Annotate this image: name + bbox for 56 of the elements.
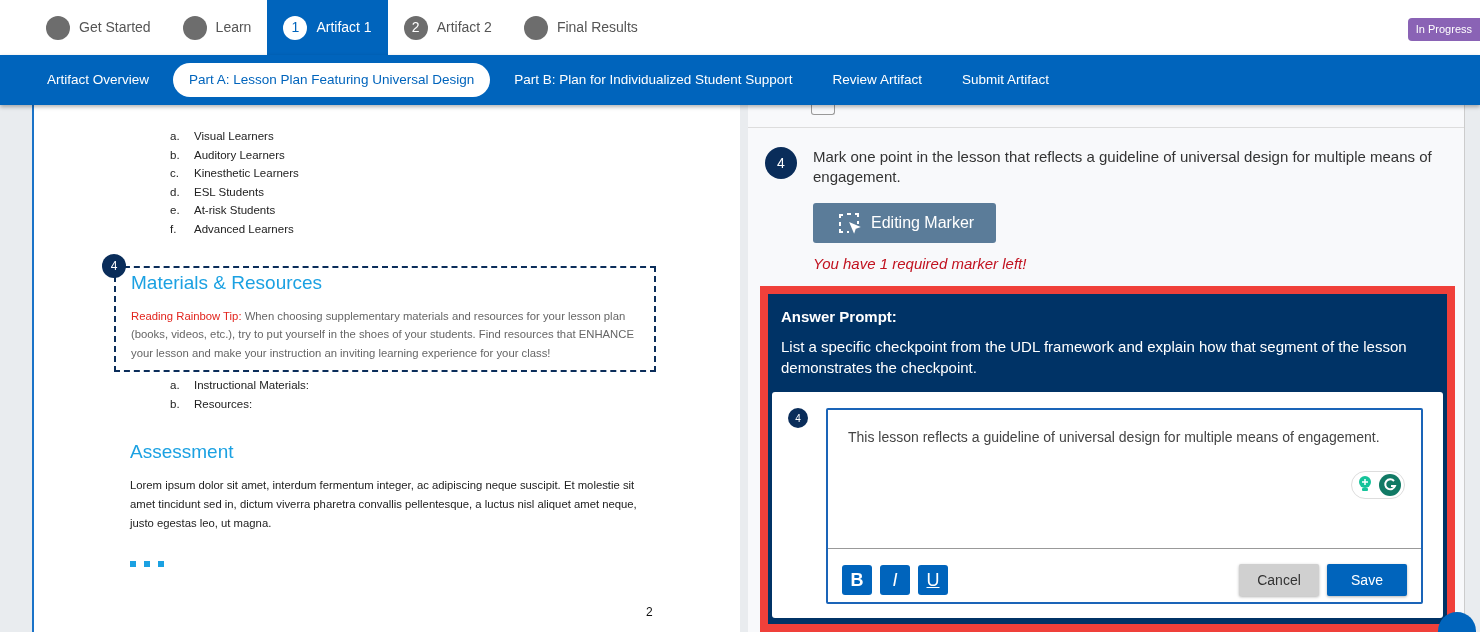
page-number: 2 bbox=[646, 604, 653, 621]
cancel-button[interactable]: Cancel bbox=[1239, 564, 1319, 596]
list-marker: b. bbox=[170, 147, 181, 163]
question-text: Mark one point in the lesson that reflects a guideline of universal design for multiple means of engagement. bbox=[813, 147, 1433, 187]
step-dot-icon bbox=[46, 15, 70, 40]
subnav-tab[interactable]: Review Artifact bbox=[816, 62, 938, 98]
list-marker: c. bbox=[170, 166, 180, 181]
step-tab[interactable]: 2 Artifact 2 bbox=[387, 0, 508, 55]
step-tab[interactable]: Learn bbox=[166, 0, 268, 55]
prompt-title: Answer Prompt: bbox=[781, 306, 898, 327]
list-item: Resources: bbox=[194, 396, 253, 412]
tip-text: Reading Rainbow Tip: When choosing supplementary materials and resources for your lesson plan (books, videos, etc.), try to put yourself in the shoes of your students. Find resources that ENHANCE your lesson and make your instruction an inviting learning experience for your class! bbox=[131, 308, 635, 361]
list-item: Instructional Materials: bbox=[194, 378, 310, 394]
marker-badge: 4 bbox=[788, 408, 808, 428]
assistant-widget[interactable] bbox=[1351, 471, 1405, 499]
list-item: Visual Learners bbox=[194, 129, 274, 144]
refresh-circle-icon[interactable] bbox=[1379, 474, 1401, 496]
selection-cursor-icon bbox=[837, 211, 861, 235]
list-marker: a. bbox=[170, 129, 181, 144]
prompt-text: List a specific checkpoint from the UDL framework and explain how that segment of the lesson demonstrates the checkpoint. bbox=[781, 337, 1408, 378]
list-item: Advanced Learners bbox=[194, 221, 294, 237]
step-tab[interactable]: Get Started bbox=[30, 0, 167, 55]
paragraph-text: Lorem ipsum dolor sit amet, interdum fermentum integer, ac adipiscing neque suscipit. Et molestie sit amet tincidunt sed in, dictum viverra pharetra convallis pellentesque, a luctus nisl aliquet amet neque, justo egestas leo, ut magna. bbox=[130, 478, 638, 532]
bold-button[interactable]: B bbox=[842, 565, 872, 595]
step-tab[interactable]: Final Results bbox=[507, 0, 654, 55]
step-number: 1 bbox=[283, 15, 308, 40]
subnav-tab[interactable]: Artifact Overview bbox=[31, 62, 166, 98]
checkbox-icon bbox=[811, 105, 835, 115]
editor-field[interactable]: This lesson reflects a guideline of universal design for multiple means of engagement. B I U Cancel Save bbox=[826, 408, 1423, 604]
list-marker: d. bbox=[170, 184, 181, 200]
status-badge: In Progress bbox=[1407, 18, 1480, 41]
list-marker: e. bbox=[170, 203, 181, 218]
ellipsis-icon bbox=[130, 561, 164, 568]
italic-button[interactable]: I bbox=[880, 565, 910, 595]
section-heading: Materials & Resources bbox=[131, 272, 324, 295]
underline-button[interactable]: U bbox=[918, 565, 948, 595]
step-dot-icon bbox=[182, 15, 207, 40]
list-item: Auditory Learners bbox=[194, 147, 285, 163]
list-marker: b. bbox=[170, 396, 181, 412]
subnav-tab[interactable]: Part B: Plan for Individualized Student Support bbox=[498, 62, 809, 98]
marker-badge: 4 bbox=[102, 254, 126, 278]
subnav-tab[interactable]: Part A: Lesson Plan Featuring Universal Design bbox=[173, 62, 491, 98]
save-button[interactable]: Save bbox=[1327, 564, 1407, 596]
list-item: At-risk Students bbox=[194, 203, 276, 218]
list-item: Kinesthetic Learners bbox=[194, 166, 299, 181]
question-number: 4 bbox=[765, 147, 797, 179]
list-marker: f. bbox=[170, 221, 178, 237]
list-item: ESL Students bbox=[194, 184, 264, 200]
editing-marker-button[interactable]: Editing Marker bbox=[813, 203, 997, 243]
subnav-tab[interactable]: Submit Artifact bbox=[945, 62, 1065, 98]
step-tab[interactable]: 1 Artifact 1 bbox=[267, 0, 388, 55]
section-heading: Assessment bbox=[130, 441, 235, 465]
step-number: 2 bbox=[403, 15, 428, 40]
list-marker: a. bbox=[170, 378, 181, 394]
step-dot-icon bbox=[523, 15, 548, 40]
warning-text: You have 1 required marker left! bbox=[813, 254, 1028, 274]
